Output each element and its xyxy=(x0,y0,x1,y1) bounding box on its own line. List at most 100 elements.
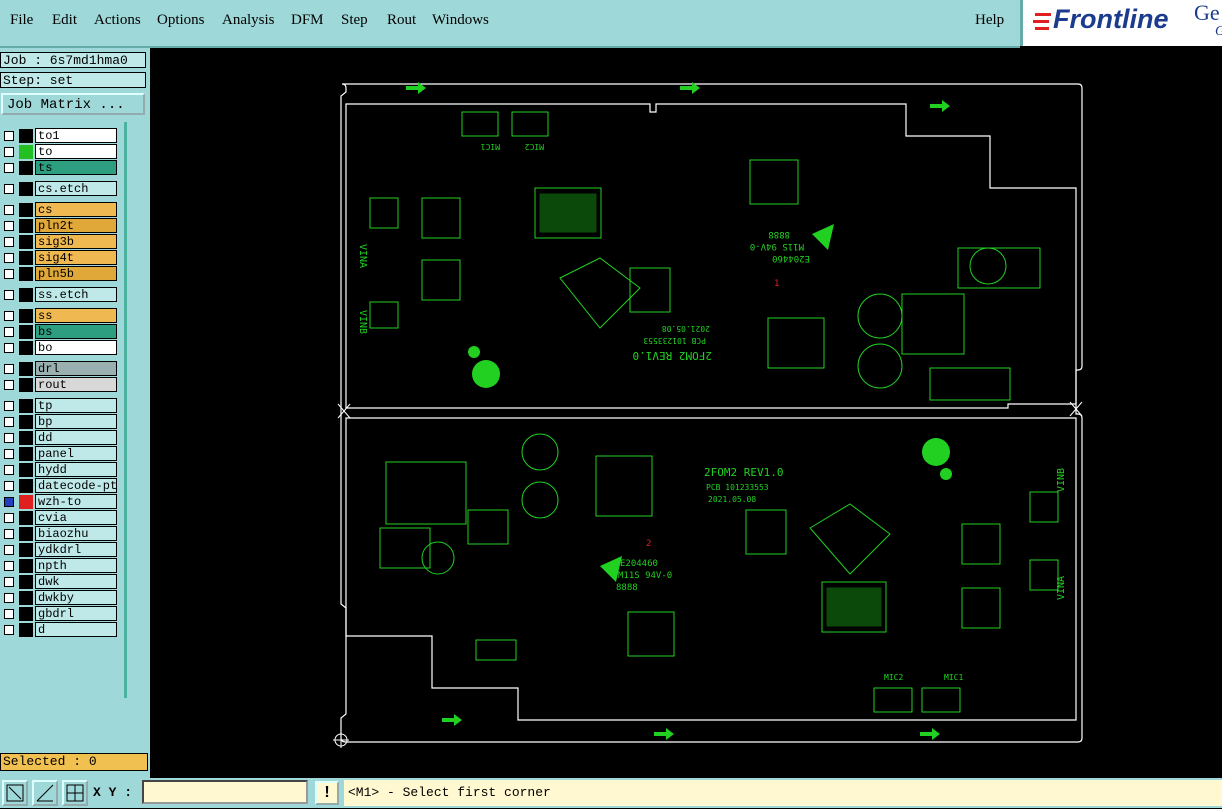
layer-row-npth[interactable]: npth xyxy=(0,558,122,574)
layer-name[interactable]: ts xyxy=(35,160,117,175)
layer-name[interactable]: bp xyxy=(35,414,117,429)
layer-checkbox[interactable] xyxy=(4,593,14,603)
layer-checkbox[interactable] xyxy=(4,184,14,194)
layer-checkbox[interactable] xyxy=(4,131,14,141)
measure-button[interactable] xyxy=(32,780,58,806)
layer-name[interactable]: ss.etch xyxy=(35,287,117,302)
layer-color-swatch[interactable] xyxy=(19,575,33,589)
layer-color-swatch[interactable] xyxy=(19,161,33,175)
layer-color-swatch[interactable] xyxy=(19,623,33,637)
zoom-window-button[interactable] xyxy=(2,780,28,806)
layer-checkbox[interactable] xyxy=(4,465,14,475)
layer-row-to[interactable]: to xyxy=(0,144,122,160)
layer-name[interactable]: dd xyxy=(35,430,117,445)
layer-name[interactable]: to1 xyxy=(35,128,117,143)
layer-color-swatch[interactable] xyxy=(19,431,33,445)
layer-row-ss[interactable]: ss xyxy=(0,308,122,324)
layer-row-dwk[interactable]: dwk xyxy=(0,574,122,590)
layer-row-bs[interactable]: bs xyxy=(0,324,122,340)
xy-input[interactable] xyxy=(142,780,308,804)
layer-color-swatch[interactable] xyxy=(19,203,33,217)
layer-row-sig4t[interactable]: sig4t xyxy=(0,250,122,266)
layer-checkbox[interactable] xyxy=(4,609,14,619)
layer-row-cs[interactable]: cs xyxy=(0,202,122,218)
layer-name[interactable]: to xyxy=(35,144,117,159)
layer-color-swatch[interactable] xyxy=(19,447,33,461)
layer-color-swatch[interactable] xyxy=(19,495,33,509)
menu-file[interactable]: File xyxy=(10,12,33,29)
layer-row-tp[interactable]: tp xyxy=(0,398,122,414)
layer-name[interactable]: rout xyxy=(35,377,117,392)
warning-icon[interactable]: ! xyxy=(315,781,339,805)
layer-name[interactable]: drl xyxy=(35,361,117,376)
layer-color-swatch[interactable] xyxy=(19,511,33,525)
layer-checkbox[interactable] xyxy=(4,311,14,321)
layer-name[interactable]: ss xyxy=(35,308,117,323)
layer-name[interactable]: d xyxy=(35,622,117,637)
layer-name[interactable]: tp xyxy=(35,398,117,413)
layer-checkbox[interactable] xyxy=(4,253,14,263)
menu-windows[interactable]: Windows xyxy=(432,12,489,29)
layer-row-biaozhu[interactable]: biaozhu xyxy=(0,526,122,542)
layer-color-swatch[interactable] xyxy=(19,415,33,429)
layer-checkbox[interactable] xyxy=(4,147,14,157)
menu-options[interactable]: Options xyxy=(157,12,205,29)
layer-row-ss.etch[interactable]: ss.etch xyxy=(0,287,122,303)
layer-name[interactable]: gbdrl xyxy=(35,606,117,621)
layer-checkbox[interactable] xyxy=(4,401,14,411)
layer-name[interactable]: dwkby xyxy=(35,590,117,605)
layer-name[interactable]: hydd xyxy=(35,462,117,477)
layer-checkbox[interactable] xyxy=(4,577,14,587)
layer-row-cvia[interactable]: cvia xyxy=(0,510,122,526)
layer-checkbox[interactable] xyxy=(4,545,14,555)
menu-rout[interactable]: Rout xyxy=(387,12,416,29)
layer-row-pln5b[interactable]: pln5b xyxy=(0,266,122,282)
layer-name[interactable]: cs xyxy=(35,202,117,217)
layer-checkbox[interactable] xyxy=(4,237,14,247)
menu-step[interactable]: Step xyxy=(341,12,368,29)
layer-color-swatch[interactable] xyxy=(19,463,33,477)
layer-color-swatch[interactable] xyxy=(19,309,33,323)
layer-row-sig3b[interactable]: sig3b xyxy=(0,234,122,250)
layer-checkbox[interactable] xyxy=(4,380,14,390)
layer-checkbox[interactable] xyxy=(4,290,14,300)
layer-row-bo[interactable]: bo xyxy=(0,340,122,356)
layer-row-cs.etch[interactable]: cs.etch xyxy=(0,181,122,197)
layer-name[interactable]: dwk xyxy=(35,574,117,589)
grid-button[interactable] xyxy=(62,780,88,806)
layer-checkbox[interactable] xyxy=(4,481,14,491)
menu-analysis[interactable]: Analysis xyxy=(222,12,275,29)
layer-row-dd[interactable]: dd xyxy=(0,430,122,446)
layer-color-swatch[interactable] xyxy=(19,182,33,196)
layer-checkbox[interactable] xyxy=(4,625,14,635)
layer-name[interactable]: pln5b xyxy=(35,266,117,281)
layer-color-swatch[interactable] xyxy=(19,527,33,541)
graphic-canvas[interactable]: 2FOM2 REV1.0 PCB 101233553 2021.05.08 E2… xyxy=(150,48,1222,778)
layer-name[interactable]: cvia xyxy=(35,510,117,525)
layer-checkbox[interactable] xyxy=(4,561,14,571)
layer-row-to1[interactable]: to1 xyxy=(0,128,122,144)
layer-name[interactable]: ydkdrl xyxy=(35,542,117,557)
layer-checkbox[interactable] xyxy=(4,497,14,507)
layer-checkbox[interactable] xyxy=(4,364,14,374)
layer-name[interactable]: bs xyxy=(35,324,117,339)
layer-row-ydkdrl[interactable]: ydkdrl xyxy=(0,542,122,558)
layer-row-drl[interactable]: drl xyxy=(0,361,122,377)
layer-row-wzh-to[interactable]: wzh-to xyxy=(0,494,122,510)
job-matrix-button[interactable]: Job Matrix ... xyxy=(1,93,145,115)
layer-row-datecode-pto[interactable]: datecode-pto xyxy=(0,478,122,494)
layer-name[interactable]: sig3b xyxy=(35,234,117,249)
layer-checkbox[interactable] xyxy=(4,529,14,539)
layer-name[interactable]: datecode-pto xyxy=(35,478,117,493)
layer-color-swatch[interactable] xyxy=(19,362,33,376)
layer-color-swatch[interactable] xyxy=(19,288,33,302)
layer-row-bp[interactable]: bp xyxy=(0,414,122,430)
pcb-view[interactable]: 2FOM2 REV1.0 PCB 101233553 2021.05.08 E2… xyxy=(150,48,1222,778)
menu-edit[interactable]: Edit xyxy=(52,12,77,29)
layer-name[interactable]: pln2t xyxy=(35,218,117,233)
layer-checkbox[interactable] xyxy=(4,433,14,443)
layer-color-swatch[interactable] xyxy=(19,559,33,573)
layer-name[interactable]: cs.etch xyxy=(35,181,117,196)
layer-checkbox[interactable] xyxy=(4,205,14,215)
layer-name[interactable]: biaozhu xyxy=(35,526,117,541)
